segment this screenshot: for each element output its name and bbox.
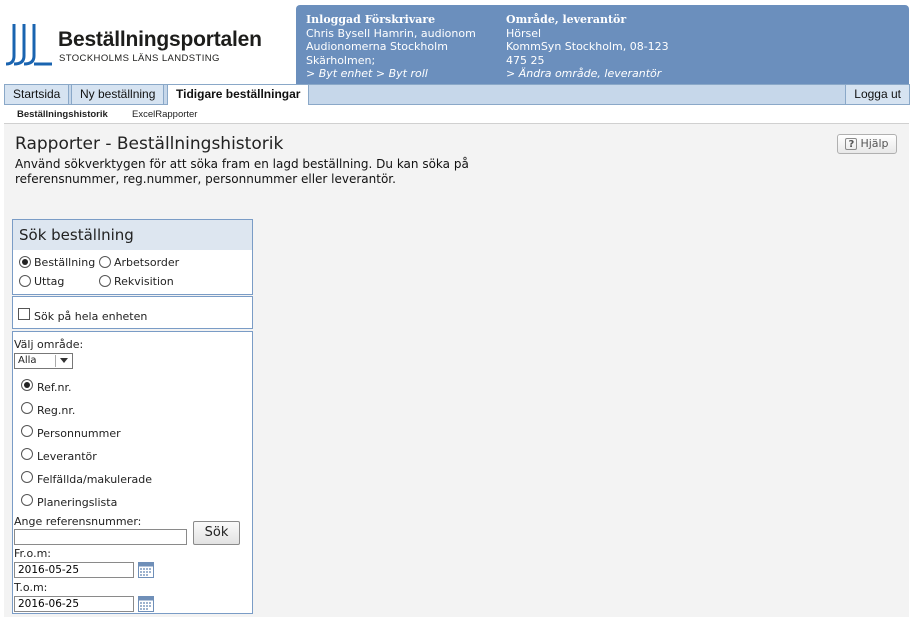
radio-felfallda-label: Felfällda/makulerade	[37, 473, 153, 486]
change-area-link[interactable]: > Ändra område, leverantör	[506, 67, 806, 81]
header: Beställningsportalen STOCKHOLMS LÄNS LAN…	[4, 4, 909, 84]
supplier-value: KommSyn Stockholm, 08-123	[506, 40, 669, 53]
area-select[interactable]: Alla	[14, 353, 73, 369]
radio-personnummer-label: Personnummer	[37, 427, 121, 440]
whole-unit-checkbox[interactable]	[18, 308, 30, 320]
logout-button[interactable]: Logga ut	[845, 84, 910, 105]
chevron-down-icon	[55, 355, 71, 367]
radio-planeringslista-label: Planeringslista	[37, 496, 118, 509]
change-unit-role-link[interactable]: > Byt enhet > Byt roll	[306, 67, 501, 81]
radio-bestallning[interactable]	[19, 256, 31, 268]
tab-startsida[interactable]: Startsida	[4, 84, 70, 105]
radio-leverantor-label: Leverantör	[37, 450, 97, 463]
logo-subtitle: STOCKHOLMS LÄNS LANDSTING	[59, 53, 220, 64]
to-date-label: T.o.m:	[14, 581, 48, 594]
area-select-value: Alla	[18, 355, 37, 366]
whole-unit-label: Sök på hela enheten	[34, 310, 148, 323]
main-nav: Startsida Ny beställning Tidigare bestäl…	[4, 84, 910, 106]
radio-reg-nr[interactable]	[21, 402, 33, 414]
area-select-label: Välj område:	[14, 338, 84, 351]
prescriber-location: Skärholmen;	[306, 53, 376, 67]
search-button[interactable]: Sök	[193, 521, 240, 545]
radio-rekvisition-label: Rekvisition	[114, 275, 174, 288]
tab-tidigare-bestallningar[interactable]: Tidigare beställningar	[167, 84, 310, 106]
logo[interactable]: Beställningsportalen STOCKHOLMS LÄNS LAN…	[6, 24, 266, 68]
radio-planeringslista[interactable]	[21, 494, 33, 506]
area-info: Område, leverantör Hörsel KommSyn Stockh…	[506, 13, 806, 81]
whole-unit-box: Sök på hela enheten	[12, 296, 253, 329]
sll-logo-icon	[6, 24, 52, 66]
radio-reg-nr-label: Reg.nr.	[37, 404, 76, 417]
search-heading: Sök beställning	[13, 220, 252, 250]
prescriber-name: Chris Bysell Hamrin, audionom	[306, 26, 476, 40]
prescriber-heading: Inloggad Förskrivare	[306, 13, 436, 26]
search-type-box: Sök beställning Beställning Arbetsorder …	[12, 219, 253, 295]
intro-text: Använd sökverktygen för att söka fram en…	[15, 157, 469, 186]
user-info-box: Inloggad Förskrivare Chris Bysell Hamrin…	[296, 5, 909, 84]
help-label: Hjälp	[860, 137, 889, 150]
radio-felfallda[interactable]	[21, 471, 33, 483]
area-heading: Område, leverantör	[506, 13, 627, 26]
radio-ref-nr-label: Ref.nr.	[37, 381, 72, 394]
ref-number-input[interactable]	[14, 529, 187, 545]
calendar-icon[interactable]	[138, 596, 154, 612]
radio-personnummer[interactable]	[21, 425, 33, 437]
calendar-icon[interactable]	[138, 562, 154, 578]
sub-nav: Beställningshistorik ExcelRapporter	[4, 105, 909, 124]
radio-arbetsorder[interactable]	[99, 256, 111, 268]
logo-title: Beställningsportalen	[58, 28, 262, 51]
area-value: Hörsel	[506, 26, 542, 40]
search-fields-box: Välj område: Alla Ref.nr. Reg.nr. Person…	[12, 331, 253, 614]
supplier-phone: 475 25	[506, 53, 545, 67]
radio-leverantor[interactable]	[21, 448, 33, 460]
radio-arbetsorder-label: Arbetsorder	[114, 256, 180, 269]
subnav-excelrapporter[interactable]: ExcelRapporter	[132, 109, 197, 120]
to-date-input[interactable]	[14, 596, 134, 612]
radio-uttag-label: Uttag	[34, 275, 65, 288]
from-date-input[interactable]	[14, 562, 134, 578]
subnav-bestallningshistorik[interactable]: Beställningshistorik	[17, 109, 108, 120]
from-date-label: Fr.o.m:	[14, 547, 51, 560]
question-icon: ?	[845, 138, 858, 150]
prescriber-info: Inloggad Förskrivare Chris Bysell Hamrin…	[306, 13, 501, 81]
help-button[interactable]: ? Hjälp	[837, 134, 897, 154]
radio-uttag[interactable]	[19, 275, 31, 287]
radio-ref-nr[interactable]	[21, 379, 33, 391]
prescriber-unit: Audionomerna Stockholm	[306, 40, 448, 53]
radio-rekvisition[interactable]	[99, 275, 111, 287]
page-title: Rapporter - Beställningshistorik	[15, 134, 284, 154]
ref-input-label: Ange referensnummer:	[14, 515, 142, 528]
radio-bestallning-label: Beställning	[34, 256, 96, 269]
tab-ny-bestallning[interactable]: Ny beställning	[71, 84, 165, 105]
